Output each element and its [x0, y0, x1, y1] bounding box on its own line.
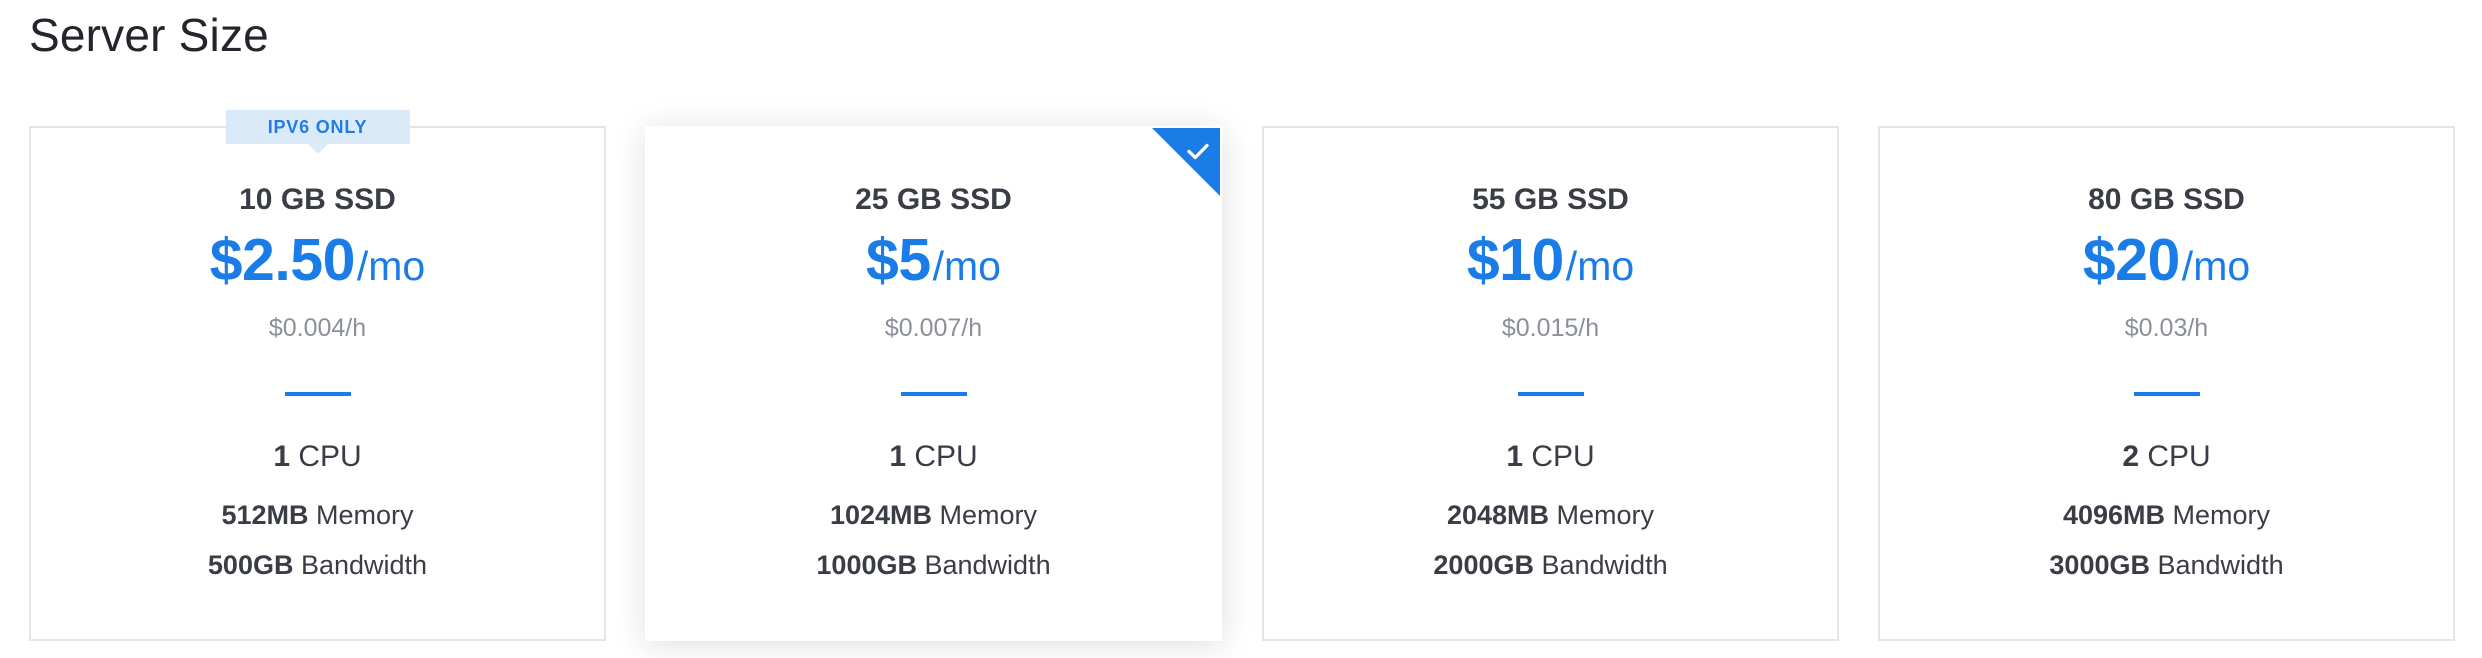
memory-label: Memory: [1556, 500, 1655, 530]
plan-hourly-price: $0.03/h: [2124, 314, 2209, 342]
memory-value: 512MB: [221, 500, 309, 530]
plan-bandwidth: 500GB Bandwidth: [31, 550, 604, 581]
plan-monthly-price: $20/mo: [1880, 231, 2453, 290]
plan-hourly-price: $0.015/h: [1501, 314, 1600, 342]
plan-card-10gb[interactable]: IPv6 ONLY 10 GB SSD $2.50/mo $0.004/h 1 …: [29, 110, 606, 641]
price-amount: $20: [2082, 227, 2180, 293]
server-size-plans: IPv6 ONLY 10 GB SSD $2.50/mo $0.004/h 1 …: [29, 110, 2455, 643]
bandwidth-value: 3000GB: [2049, 550, 2150, 580]
bandwidth-label: Bandwidth: [2157, 550, 2284, 580]
cpu-label: CPU: [298, 440, 362, 473]
checkmark-icon: [1187, 143, 1209, 160]
memory-value: 1024MB: [829, 500, 933, 530]
price-period: /mo: [932, 243, 1001, 289]
plan-card-25gb[interactable]: 25 GB SSD $5/mo $0.007/h 1 CPU 1024MB Me…: [645, 126, 1222, 641]
bandwidth-label: Bandwidth: [924, 550, 1051, 580]
plan-memory: 1024MB Memory: [647, 500, 1220, 531]
cpu-value: 1: [273, 440, 290, 473]
price-amount: $10: [1466, 227, 1564, 293]
plan-card-55gb[interactable]: 55 GB SSD $10/mo $0.015/h 1 CPU 2048MB M…: [1262, 126, 1839, 641]
bandwidth-value: 1000GB: [816, 550, 917, 580]
cpu-value: 2: [2122, 440, 2139, 473]
bandwidth-label: Bandwidth: [300, 550, 428, 580]
plan-monthly-price: $5/mo: [647, 231, 1220, 290]
memory-value: 4096MB: [2062, 500, 2166, 530]
plan-cpu: 1 CPU: [31, 440, 604, 474]
price-period: /mo: [356, 243, 426, 289]
cpu-label: CPU: [2147, 440, 2211, 473]
plan-bandwidth: 2000GB Bandwidth: [1264, 550, 1837, 581]
plan-cpu: 2 CPU: [1880, 440, 2453, 474]
plan-divider: [900, 392, 967, 396]
plan-cpu: 1 CPU: [647, 440, 1220, 474]
memory-value: 2048MB: [1446, 500, 1550, 530]
price-period: /mo: [1565, 243, 1635, 289]
plan-memory: 4096MB Memory: [1880, 500, 2453, 531]
plan-disk: 80 GB SSD: [2088, 183, 2245, 216]
memory-label: Memory: [316, 500, 414, 530]
price-amount: $5: [866, 227, 931, 293]
cpu-value: 1: [889, 440, 906, 473]
plan-hourly-price: $0.007/h: [884, 314, 983, 342]
plan-disk: 25 GB SSD: [855, 183, 1012, 216]
cpu-label: CPU: [914, 440, 978, 473]
price-period: /mo: [2181, 243, 2251, 289]
plan-monthly-price: $10/mo: [1264, 231, 1837, 290]
server-size-page: Server Size IPv6 ONLY 10 GB SSD $2.50/mo…: [0, 0, 2482, 658]
plan-hourly-price: $0.004/h: [268, 314, 367, 342]
plan-disk: 10 GB SSD: [239, 183, 396, 216]
plan-divider: [284, 392, 351, 396]
plan-cpu: 1 CPU: [1264, 440, 1837, 474]
plan-memory: 512MB Memory: [31, 500, 604, 531]
plan-card-80gb[interactable]: 80 GB SSD $20/mo $0.03/h 2 CPU 4096MB Me…: [1878, 126, 2455, 641]
plan-memory: 2048MB Memory: [1264, 500, 1837, 531]
price-amount: $2.50: [209, 227, 356, 293]
memory-label: Memory: [939, 500, 1038, 530]
plan-divider: [2133, 392, 2200, 396]
plan-divider: [1517, 392, 1584, 396]
bandwidth-value: 2000GB: [1433, 550, 1534, 580]
cpu-value: 1: [1506, 440, 1523, 473]
plan-bandwidth: 3000GB Bandwidth: [1880, 550, 2453, 581]
plan-bandwidth: 1000GB Bandwidth: [647, 550, 1220, 581]
bandwidth-label: Bandwidth: [1541, 550, 1668, 580]
memory-label: Memory: [2172, 500, 2271, 530]
cpu-label: CPU: [1531, 440, 1595, 473]
plan-disk: 55 GB SSD: [1472, 183, 1629, 216]
plan-monthly-price: $2.50/mo: [31, 231, 604, 290]
section-title: Server Size: [29, 9, 269, 61]
ipv6-only-badge: IPv6 ONLY: [225, 110, 410, 144]
bandwidth-value: 500GB: [207, 550, 294, 580]
